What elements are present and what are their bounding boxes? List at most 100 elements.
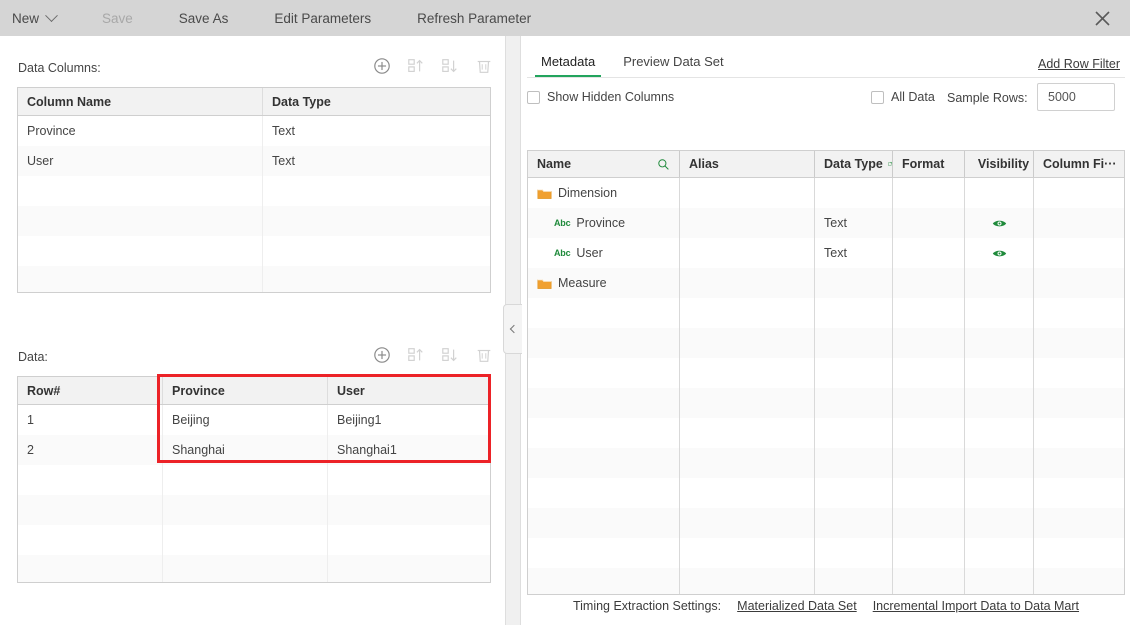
cell-empty xyxy=(965,508,1034,538)
cell-empty xyxy=(263,236,490,266)
cell-name[interactable]: Measure xyxy=(528,268,680,298)
cell-empty xyxy=(893,418,965,448)
table-row[interactable]: 1 Beijing Beijing1 xyxy=(18,405,490,435)
column-header-column-name[interactable]: Column Name xyxy=(18,88,263,115)
cell-column-filter xyxy=(1034,268,1124,298)
cell-empty xyxy=(815,508,893,538)
column-header-user[interactable]: User xyxy=(328,377,490,404)
tab-metadata[interactable]: Metadata xyxy=(527,54,609,78)
show-hidden-columns-row[interactable]: Show Hidden Columns xyxy=(527,90,674,104)
cell-empty xyxy=(680,478,815,508)
cell-column-filter[interactable] xyxy=(1034,208,1124,238)
cell-empty xyxy=(893,448,965,478)
cell-alias[interactable] xyxy=(680,208,815,238)
save-button[interactable]: Save xyxy=(102,0,133,36)
refresh-parameter-button[interactable]: Refresh Parameter xyxy=(417,0,531,36)
sample-rows-input[interactable]: 5000 xyxy=(1037,83,1115,111)
table-row[interactable]: 2 Shanghai Shanghai1 xyxy=(18,435,490,465)
column-header-visibility[interactable]: Visibility xyxy=(965,151,1034,177)
cell-name[interactable]: Abc User xyxy=(528,238,680,268)
cell-empty xyxy=(1034,388,1124,418)
incremental-import-link[interactable]: Incremental Import Data to Data Mart xyxy=(873,599,1079,613)
cell-name-label: Dimension xyxy=(558,186,618,200)
cell-visibility xyxy=(965,268,1034,298)
column-header-name-label: Name xyxy=(537,157,572,171)
cell-column-name: Province xyxy=(18,116,263,146)
cell-alias[interactable] xyxy=(680,238,815,268)
cell-empty xyxy=(1034,508,1124,538)
cell-format[interactable] xyxy=(893,238,965,268)
cell-province[interactable]: Shanghai xyxy=(163,435,328,465)
new-button[interactable]: New xyxy=(12,0,58,36)
cell-visibility xyxy=(965,178,1034,208)
all-data-row[interactable]: All Data xyxy=(871,90,935,104)
column-header-row-number[interactable]: Row# xyxy=(18,377,163,404)
table-row[interactable]: Measure xyxy=(528,268,1124,298)
cell-visibility[interactable] xyxy=(965,208,1034,238)
toolbar: New Save Save As Edit Parameters Refresh… xyxy=(0,0,1130,36)
move-up-icon[interactable] xyxy=(407,57,425,75)
cell-empty xyxy=(263,266,490,292)
eye-icon[interactable] xyxy=(992,218,1007,229)
cell-empty xyxy=(163,495,328,525)
delete-icon[interactable] xyxy=(475,346,493,364)
table-row-empty xyxy=(528,508,1124,538)
cell-empty xyxy=(815,358,893,388)
column-header-format[interactable]: Format xyxy=(893,151,965,177)
cell-data-type: Text xyxy=(272,124,295,138)
table-row-empty xyxy=(528,328,1124,358)
column-header-name[interactable]: Name xyxy=(528,151,680,177)
delete-icon[interactable] xyxy=(475,57,493,75)
column-header-data-type[interactable]: Data Type xyxy=(815,151,893,177)
column-header-province[interactable]: Province xyxy=(163,377,328,404)
column-header-column-filter[interactable]: Column Fi··· xyxy=(1034,151,1124,177)
cell-alias xyxy=(680,178,815,208)
eye-icon[interactable] xyxy=(992,248,1007,259)
cell-empty xyxy=(893,538,965,568)
cell-empty xyxy=(893,508,965,538)
close-button[interactable] xyxy=(1080,0,1124,36)
metadata-grid-header: Name Alias Data Type Format Visibility C… xyxy=(528,151,1124,178)
cell-name[interactable]: Dimension xyxy=(528,178,680,208)
cell-empty xyxy=(528,418,680,448)
column-header-alias[interactable]: Alias xyxy=(680,151,815,177)
table-row[interactable]: Abc User Text xyxy=(528,238,1124,268)
collapse-panel-button[interactable] xyxy=(503,304,523,354)
search-icon[interactable] xyxy=(657,158,670,171)
tab-preview-data-set[interactable]: Preview Data Set xyxy=(609,54,737,78)
all-data-label: All Data xyxy=(891,90,935,104)
cell-name[interactable]: Abc Province xyxy=(528,208,680,238)
cell-visibility[interactable] xyxy=(965,238,1034,268)
column-header-data-type[interactable]: Data Type xyxy=(263,88,490,115)
show-hidden-columns-checkbox[interactable] xyxy=(527,90,540,104)
cell-empty xyxy=(680,358,815,388)
cell-province[interactable]: Beijing xyxy=(163,405,328,435)
cell-data-type[interactable]: Text xyxy=(815,238,893,268)
move-up-icon[interactable] xyxy=(407,346,425,364)
table-row[interactable]: Dimension xyxy=(528,178,1124,208)
cell-empty xyxy=(893,328,965,358)
add-row-icon[interactable] xyxy=(373,346,391,364)
cell-column-filter[interactable] xyxy=(1034,238,1124,268)
cell-empty xyxy=(528,328,680,358)
move-down-icon[interactable] xyxy=(441,346,459,364)
table-row[interactable]: Abc Province Text xyxy=(528,208,1124,238)
cell-empty xyxy=(18,495,163,525)
cell-user[interactable]: Beijing1 xyxy=(328,405,490,435)
add-row-filter-link[interactable]: Add Row Filter xyxy=(1038,57,1120,71)
table-row[interactable]: User Text xyxy=(18,146,490,176)
move-down-icon[interactable] xyxy=(441,57,459,75)
right-panel: Metadata Preview Data Set Add Row Filter… xyxy=(522,36,1130,625)
edit-parameters-button[interactable]: Edit Parameters xyxy=(274,0,371,36)
cell-format[interactable] xyxy=(893,208,965,238)
materialized-data-set-link[interactable]: Materialized Data Set xyxy=(737,599,857,613)
table-row[interactable]: Province Text xyxy=(18,116,490,146)
all-data-checkbox[interactable] xyxy=(871,90,884,104)
save-as-button[interactable]: Save As xyxy=(179,0,229,36)
add-column-icon[interactable] xyxy=(373,57,391,75)
cell-data-type[interactable]: Text xyxy=(815,208,893,238)
cell-empty xyxy=(18,176,263,206)
cell-empty xyxy=(965,298,1034,328)
cell-user[interactable]: Shanghai1 xyxy=(328,435,490,465)
filter-export-icon[interactable] xyxy=(888,158,892,170)
